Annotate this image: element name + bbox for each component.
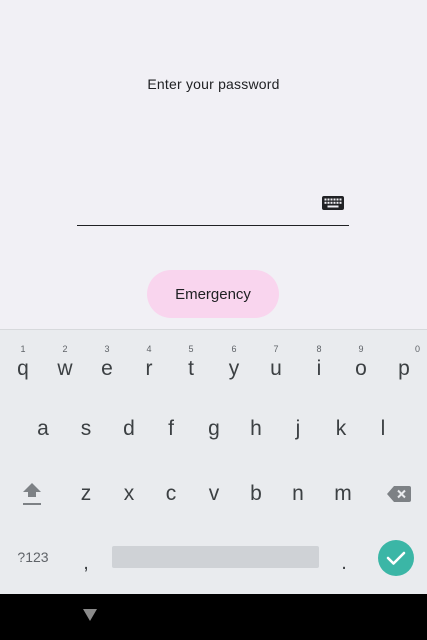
key-u[interactable]: 7u xyxy=(256,336,296,392)
key-a[interactable]: a xyxy=(23,401,63,457)
key-label: p xyxy=(398,357,410,380)
key-label: q xyxy=(17,357,29,380)
key-label: r xyxy=(145,357,153,380)
key-label: b xyxy=(250,482,262,505)
key-label: j xyxy=(295,417,301,440)
key-d[interactable]: d xyxy=(109,401,149,457)
key-n[interactable]: n xyxy=(278,466,318,522)
navigation-bar xyxy=(0,594,427,640)
key-label: v xyxy=(208,482,220,505)
key-m[interactable]: m xyxy=(321,466,365,522)
period-key[interactable]: . xyxy=(326,535,362,591)
key-b[interactable]: b xyxy=(236,466,276,522)
key-v[interactable]: v xyxy=(194,466,234,522)
check-icon xyxy=(386,551,406,565)
key-hint: 8 xyxy=(316,344,322,354)
key-label: k xyxy=(335,417,347,440)
key-f[interactable]: f xyxy=(151,401,191,457)
key-k[interactable]: k xyxy=(321,401,361,457)
emergency-button[interactable]: Emergency xyxy=(147,270,279,318)
key-label: c xyxy=(165,482,177,505)
key-hint: 6 xyxy=(231,344,237,354)
key-hint: 4 xyxy=(146,344,152,354)
key-p[interactable]: 0p xyxy=(384,336,424,392)
key-h[interactable]: h xyxy=(236,401,276,457)
nav-back-icon[interactable] xyxy=(82,608,98,622)
key-c[interactable]: c xyxy=(151,466,191,522)
key-label: l xyxy=(380,417,386,440)
key-x[interactable]: x xyxy=(109,466,149,522)
key-hint: 7 xyxy=(273,344,279,354)
key-label: e xyxy=(101,357,113,380)
key-hint: 1 xyxy=(20,344,26,354)
key-hint: 3 xyxy=(104,344,110,354)
key-hint: 2 xyxy=(62,344,68,354)
key-i[interactable]: 8i xyxy=(299,336,339,392)
key-label: x xyxy=(123,482,135,505)
key-label: w xyxy=(57,357,73,380)
enter-key[interactable] xyxy=(378,540,414,576)
key-label: g xyxy=(208,417,220,440)
key-q[interactable]: 1q xyxy=(3,336,43,392)
keyboard-icon[interactable] xyxy=(322,196,344,210)
key-e[interactable]: 3e xyxy=(87,336,127,392)
key-hint: 0 xyxy=(415,344,421,354)
shift-icon xyxy=(23,483,41,505)
shift-key[interactable] xyxy=(10,466,54,522)
key-label: a xyxy=(37,417,49,440)
key-z[interactable]: z xyxy=(66,466,106,522)
key-label: y xyxy=(228,357,240,380)
key-hint: 5 xyxy=(188,344,194,354)
comma-key[interactable]: , xyxy=(68,535,104,591)
key-label: o xyxy=(355,357,367,380)
key-t[interactable]: 5t xyxy=(171,336,211,392)
backspace-icon xyxy=(387,486,411,502)
key-hint: 9 xyxy=(358,344,364,354)
prompt-text: Enter your password xyxy=(147,76,280,92)
key-l[interactable]: l xyxy=(363,401,403,457)
symbols-key[interactable]: ?123 xyxy=(8,529,58,585)
password-field[interactable] xyxy=(77,188,349,226)
key-r[interactable]: 4r xyxy=(129,336,169,392)
key-label: f xyxy=(168,417,174,440)
key-w[interactable]: 2w xyxy=(45,336,85,392)
key-y[interactable]: 6y xyxy=(214,336,254,392)
key-label: d xyxy=(123,417,135,440)
key-g[interactable]: g xyxy=(194,401,234,457)
key-s[interactable]: s xyxy=(66,401,106,457)
backspace-key[interactable] xyxy=(376,466,422,522)
key-label: z xyxy=(80,482,92,505)
key-label: i xyxy=(316,357,322,380)
key-o[interactable]: 9o xyxy=(341,336,381,392)
key-label: t xyxy=(188,357,194,380)
key-j[interactable]: j xyxy=(278,401,318,457)
key-label: h xyxy=(250,417,262,440)
key-label: m xyxy=(334,482,352,505)
key-label: u xyxy=(270,357,282,380)
key-label: s xyxy=(80,417,92,440)
key-label: n xyxy=(292,482,304,505)
space-bar[interactable] xyxy=(112,546,319,568)
